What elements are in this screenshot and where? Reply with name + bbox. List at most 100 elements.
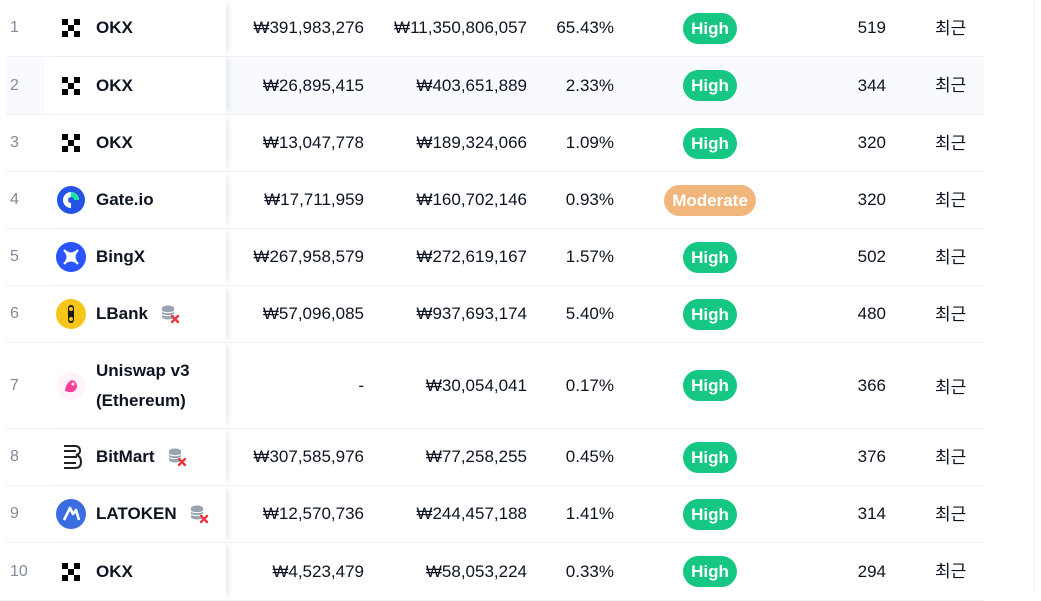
rank: 9 bbox=[10, 505, 19, 522]
volume-percent: 0.17% bbox=[565, 375, 614, 395]
volume-percent: 1.09% bbox=[565, 133, 614, 152]
liquidity-badge: High bbox=[683, 441, 737, 473]
liquidity-badge: High bbox=[683, 498, 737, 530]
rank: 4 bbox=[10, 191, 19, 208]
table-row[interactable]: 2 OKX ₩26,895,415 ₩403,651,889 2.33% Hig… bbox=[0, 57, 984, 115]
lbank-icon bbox=[55, 298, 87, 330]
exchange-cell[interactable]: LBank bbox=[44, 286, 226, 342]
rank: 1 bbox=[10, 19, 19, 36]
updated-label: 최근 bbox=[935, 19, 967, 38]
exchange-cell[interactable]: BitMart bbox=[44, 429, 226, 485]
spot-value: ₩307,585,976 bbox=[253, 447, 364, 466]
score-value: 294 bbox=[857, 561, 886, 581]
gateio-icon bbox=[55, 184, 87, 216]
exchange-cell[interactable]: LATOKEN bbox=[44, 486, 226, 542]
liquidity-cell: High bbox=[614, 115, 806, 171]
exchange-cell[interactable]: Gate.io bbox=[44, 172, 226, 228]
updated-label: 최근 bbox=[935, 134, 967, 153]
rank: 3 bbox=[10, 134, 19, 151]
exchange-name[interactable]: OKX bbox=[96, 76, 133, 95]
table-row[interactable]: 8 BitMart ₩307,585,976 ₩77,258,255 0.45%… bbox=[0, 429, 984, 486]
updated-label: 최근 bbox=[935, 305, 967, 324]
rank: 10 bbox=[10, 562, 28, 580]
score-value: 320 bbox=[857, 190, 886, 209]
volume-percent: 1.57% bbox=[565, 247, 614, 266]
volume-value: ₩30,054,041 bbox=[425, 375, 527, 395]
exchange-cell[interactable]: OKX bbox=[44, 57, 226, 114]
volume-percent: 0.33% bbox=[565, 561, 614, 581]
volume-percent: 2.33% bbox=[565, 75, 614, 95]
volume-value: ₩11,350,806,057 bbox=[394, 18, 527, 37]
database-warning-icon[interactable] bbox=[189, 504, 209, 524]
database-warning-icon[interactable] bbox=[160, 304, 180, 324]
exchange-name[interactable]: OKX bbox=[96, 133, 133, 152]
rank: 2 bbox=[10, 76, 19, 94]
frame-left-edge bbox=[0, 0, 6, 592]
exchange-cell[interactable]: OKX bbox=[44, 0, 226, 56]
score-value: 502 bbox=[857, 247, 886, 266]
spot-value: ₩12,570,736 bbox=[262, 504, 364, 523]
exchange-name[interactable]: LATOKEN bbox=[96, 504, 177, 523]
volume-value: ₩77,258,255 bbox=[425, 447, 527, 466]
database-warning-icon[interactable] bbox=[167, 447, 187, 467]
exchange-name[interactable]: OKX bbox=[96, 18, 133, 37]
updated-label: 최근 bbox=[935, 505, 967, 524]
exchange-cell[interactable]: BingX bbox=[44, 229, 226, 285]
rank: 5 bbox=[10, 248, 19, 265]
bitmart-icon bbox=[55, 441, 87, 473]
table-row[interactable]: 1 OKX ₩391,983,276 ₩11,350,806,057 65.43… bbox=[0, 0, 984, 57]
updated-label: 최근 bbox=[935, 562, 967, 581]
liquidity-badge: Moderate bbox=[664, 184, 756, 216]
score-value: 376 bbox=[857, 447, 886, 466]
liquidity-badge: High bbox=[683, 298, 737, 330]
frame-right-edge bbox=[1034, 0, 1035, 592]
spot-value: ₩4,523,479 bbox=[272, 561, 364, 581]
score-value: 314 bbox=[857, 504, 886, 523]
table-row[interactable]: 6 LBank ₩57,096,085 ₩937,693,174 5.40% H… bbox=[0, 286, 984, 343]
okx-icon bbox=[55, 12, 87, 44]
liquidity-badge: High bbox=[683, 12, 737, 44]
spot-value: ₩26,895,415 bbox=[262, 75, 364, 95]
spot-value: ₩391,983,276 bbox=[253, 18, 364, 37]
volume-percent: 1.41% bbox=[565, 504, 614, 523]
volume-percent: 0.45% bbox=[565, 447, 614, 466]
exchange-name[interactable]: BitMart bbox=[96, 447, 155, 466]
table-row[interactable]: 9 LATOKEN ₩12,570,736 ₩244,457,188 1.41%… bbox=[0, 486, 984, 543]
volume-value: ₩160,702,146 bbox=[416, 190, 527, 209]
exchange-cell[interactable]: OKX bbox=[44, 543, 226, 600]
score-value: 480 bbox=[857, 304, 886, 323]
table-row[interactable]: 4 Gate.io ₩17,711,959 ₩160,702,146 0.93%… bbox=[0, 172, 984, 229]
okx-icon bbox=[55, 127, 87, 159]
exchange-name[interactable]: BingX bbox=[96, 247, 145, 266]
liquidity-badge: High bbox=[683, 127, 737, 159]
exchange-cell[interactable]: Uniswap v3 (Ethereum) bbox=[44, 343, 226, 428]
exchange-name[interactable]: LBank bbox=[96, 304, 148, 323]
spot-value: ₩267,958,579 bbox=[253, 247, 364, 266]
liquidity-cell: High bbox=[614, 429, 806, 485]
updated-label: 최근 bbox=[935, 76, 967, 95]
updated-label: 최근 bbox=[935, 448, 967, 467]
exchange-name[interactable]: Uniswap v3 (Ethereum) bbox=[96, 356, 206, 416]
score-value: 366 bbox=[857, 375, 886, 395]
latoken-icon bbox=[55, 498, 87, 530]
volume-value: ₩403,651,889 bbox=[416, 75, 527, 95]
exchange-cell[interactable]: OKX bbox=[44, 115, 226, 171]
table-row[interactable]: 3 OKX ₩13,047,778 ₩189,324,066 1.09% Hig… bbox=[0, 115, 984, 172]
exchange-name[interactable]: Gate.io bbox=[96, 190, 154, 209]
liquidity-cell: High bbox=[614, 57, 806, 114]
spot-value: ₩57,096,085 bbox=[262, 304, 364, 323]
table-row[interactable]: 5 BingX ₩267,958,579 ₩272,619,167 1.57% … bbox=[0, 229, 984, 286]
rank: 8 bbox=[10, 448, 19, 465]
liquidity-cell: High bbox=[614, 543, 806, 600]
markets-table: 1 OKX ₩391,983,276 ₩11,350,806,057 65.43… bbox=[0, 0, 1041, 601]
table-row[interactable]: 10 OKX ₩4,523,479 ₩58,053,224 0.33% High… bbox=[0, 543, 984, 601]
liquidity-badge: High bbox=[683, 70, 737, 101]
rank: 7 bbox=[10, 376, 19, 394]
liquidity-badge: High bbox=[683, 370, 737, 401]
liquidity-badge: High bbox=[683, 241, 737, 273]
score-value: 344 bbox=[857, 75, 886, 95]
score-value: 320 bbox=[857, 133, 886, 152]
table-row[interactable]: 7 Uniswap v3 (Ethereum) - ₩30,054,041 0.… bbox=[0, 343, 984, 429]
exchange-name[interactable]: OKX bbox=[96, 562, 133, 581]
volume-percent: 5.40% bbox=[565, 304, 614, 323]
